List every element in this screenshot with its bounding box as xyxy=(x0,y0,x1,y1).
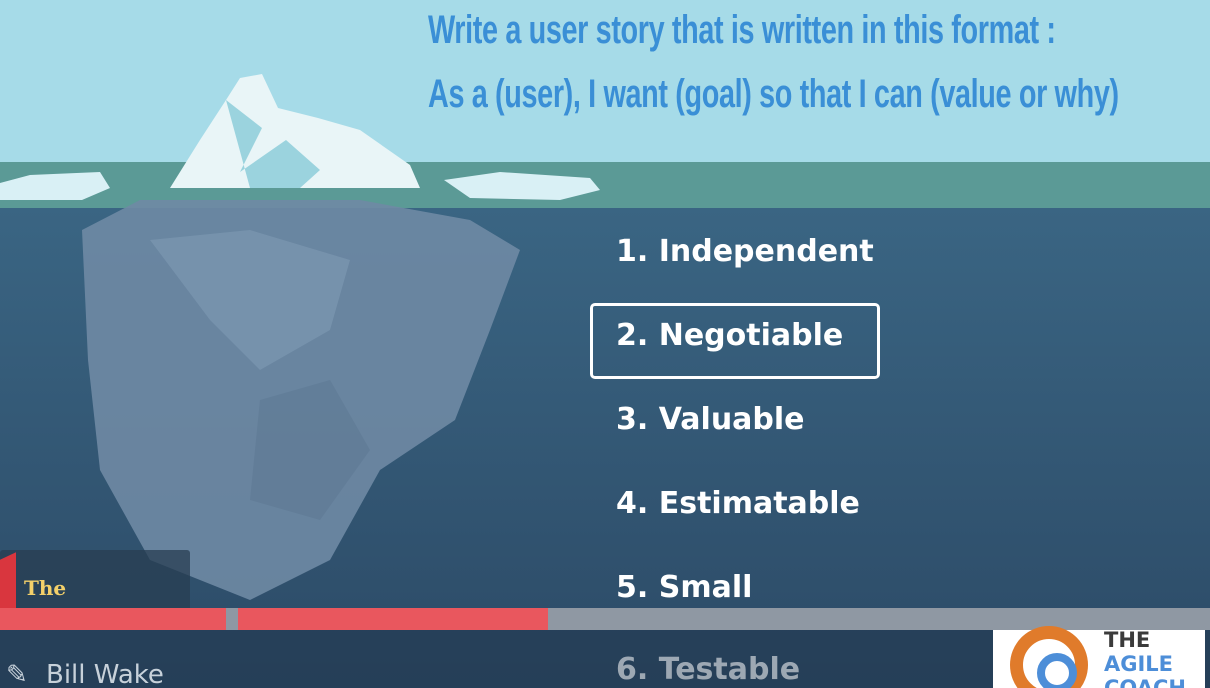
invest-item-independent: 1. Independent xyxy=(616,234,874,269)
progress-played-segment xyxy=(238,608,549,630)
author-credit: Bill Wake xyxy=(46,660,164,688)
video-progress-bar[interactable] xyxy=(0,608,1210,630)
invest-item-estimatable: 4. Estimatable xyxy=(616,486,860,521)
video-frame[interactable]: Write a user story that is written in th… xyxy=(0,0,1210,688)
invest-item-small: 5. Small xyxy=(616,570,753,605)
format-heading-line1: Write a user story that is written in th… xyxy=(428,8,1056,52)
invest-item-valuable: 3. Valuable xyxy=(616,402,805,437)
agile-coach-logo-line1: THE xyxy=(1104,628,1151,652)
agile-coach-logo-line3: COACH xyxy=(1104,676,1186,688)
format-heading-line2: As a (user), I want (goal) so that I can… xyxy=(428,72,1119,116)
edit-note-icon: ✎ xyxy=(6,660,28,688)
invest-item-testable: 6. Testable xyxy=(616,652,801,687)
agile-coach-logo-line2: AGILE xyxy=(1104,652,1174,676)
progress-played-segment xyxy=(0,608,227,630)
invest-item-negotiable: 2. Negotiable xyxy=(616,318,844,353)
channel-logo-text: The xyxy=(24,576,67,600)
